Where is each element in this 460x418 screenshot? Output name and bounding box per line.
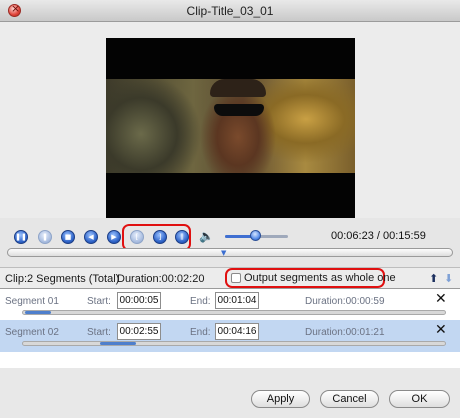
segment-list: Segment 01 Start: 00:00:05 End: 00:01:04…	[0, 288, 460, 368]
prev-icon[interactable]: ◀	[84, 230, 98, 244]
volume-knob[interactable]	[250, 230, 261, 241]
ok-button[interactable]: OK	[389, 390, 450, 408]
start-time-field[interactable]: 00:02:55	[117, 323, 161, 340]
step-icon[interactable]: ❚	[38, 230, 52, 244]
window-title: Clip-Title_03_01	[186, 4, 274, 18]
pause-icon[interactable]: ❚❚	[14, 230, 28, 244]
segment-mini-bar	[22, 341, 446, 346]
time-current: 00:06:23	[331, 230, 374, 242]
segment-duration-value: 00:01:21	[345, 327, 385, 338]
segment-mini-bar	[22, 310, 446, 315]
segments-duration: Duration:00:02:20	[117, 273, 204, 285]
time-separator: /	[376, 230, 380, 242]
delete-segment-icon[interactable]: ✕	[435, 322, 447, 338]
delete-segment-icon[interactable]: ✕	[435, 291, 447, 307]
end-label: End:	[190, 327, 211, 338]
dialog-footer: Apply Cancel OK	[0, 368, 460, 418]
title-bar: Clip-Title_03_01	[0, 0, 460, 22]
end-time-field[interactable]: 00:01:04	[215, 292, 259, 309]
time-readout: 00:06:23 / 00:15:59	[331, 230, 426, 242]
output-whole-checkbox[interactable]	[231, 273, 241, 283]
mark-out-icon[interactable]: ]	[153, 230, 167, 244]
apply-button[interactable]: Apply	[251, 390, 310, 408]
time-total: 00:15:59	[383, 230, 426, 242]
speaker-icon[interactable]: 🔈	[199, 229, 214, 243]
start-time-field[interactable]: 00:00:05	[117, 292, 161, 309]
segment-duration-value: 00:00:59	[345, 296, 385, 307]
split-icon[interactable]: ⫼	[175, 230, 189, 244]
segment-row-selected[interactable]: Segment 02 Start: 00:02:55 End: 00:04:16…	[0, 320, 460, 352]
move-down-icon[interactable]: ⬇	[444, 272, 453, 285]
playback-timeline[interactable]: ▼	[7, 248, 453, 257]
cancel-button[interactable]: Cancel	[320, 390, 379, 408]
segment-duration-label: Duration:	[305, 296, 346, 307]
start-label: Start:	[87, 296, 111, 307]
next-icon[interactable]: ▶	[107, 230, 121, 244]
video-subject-cap	[210, 79, 266, 97]
output-whole-label[interactable]: Output segments as whole one	[244, 272, 396, 284]
move-up-icon[interactable]: ⬆	[429, 272, 438, 285]
playhead-marker-icon[interactable]: ▼	[221, 249, 226, 257]
segment-duration-label: Duration:	[305, 327, 346, 338]
mark-in-icon[interactable]: [	[130, 230, 144, 244]
segments-title: Clip:2 Segments (Total)	[5, 273, 120, 285]
segment-duration: Duration:00:01:21	[305, 327, 385, 338]
end-time-field[interactable]: 00:04:16	[215, 323, 259, 340]
segment-name: Segment 01	[5, 296, 59, 307]
duration-value: 00:02:20	[161, 273, 205, 285]
segment-mini-selection	[100, 342, 136, 345]
segment-mini-selection	[25, 311, 52, 314]
video-subject-sunglasses	[214, 104, 264, 116]
stop-icon[interactable]: ■	[61, 230, 75, 244]
end-label: End:	[190, 296, 211, 307]
segment-row[interactable]: Segment 01 Start: 00:00:05 End: 00:01:04…	[0, 289, 460, 321]
duration-label: Duration:	[117, 273, 162, 285]
segment-duration: Duration:00:00:59	[305, 296, 385, 307]
segments-header: Clip:2 Segments (Total) Duration:00:02:2…	[0, 267, 460, 288]
start-label: Start:	[87, 327, 111, 338]
preview-area	[0, 22, 460, 218]
video-preview	[106, 38, 355, 218]
segment-name: Segment 02	[5, 327, 59, 338]
